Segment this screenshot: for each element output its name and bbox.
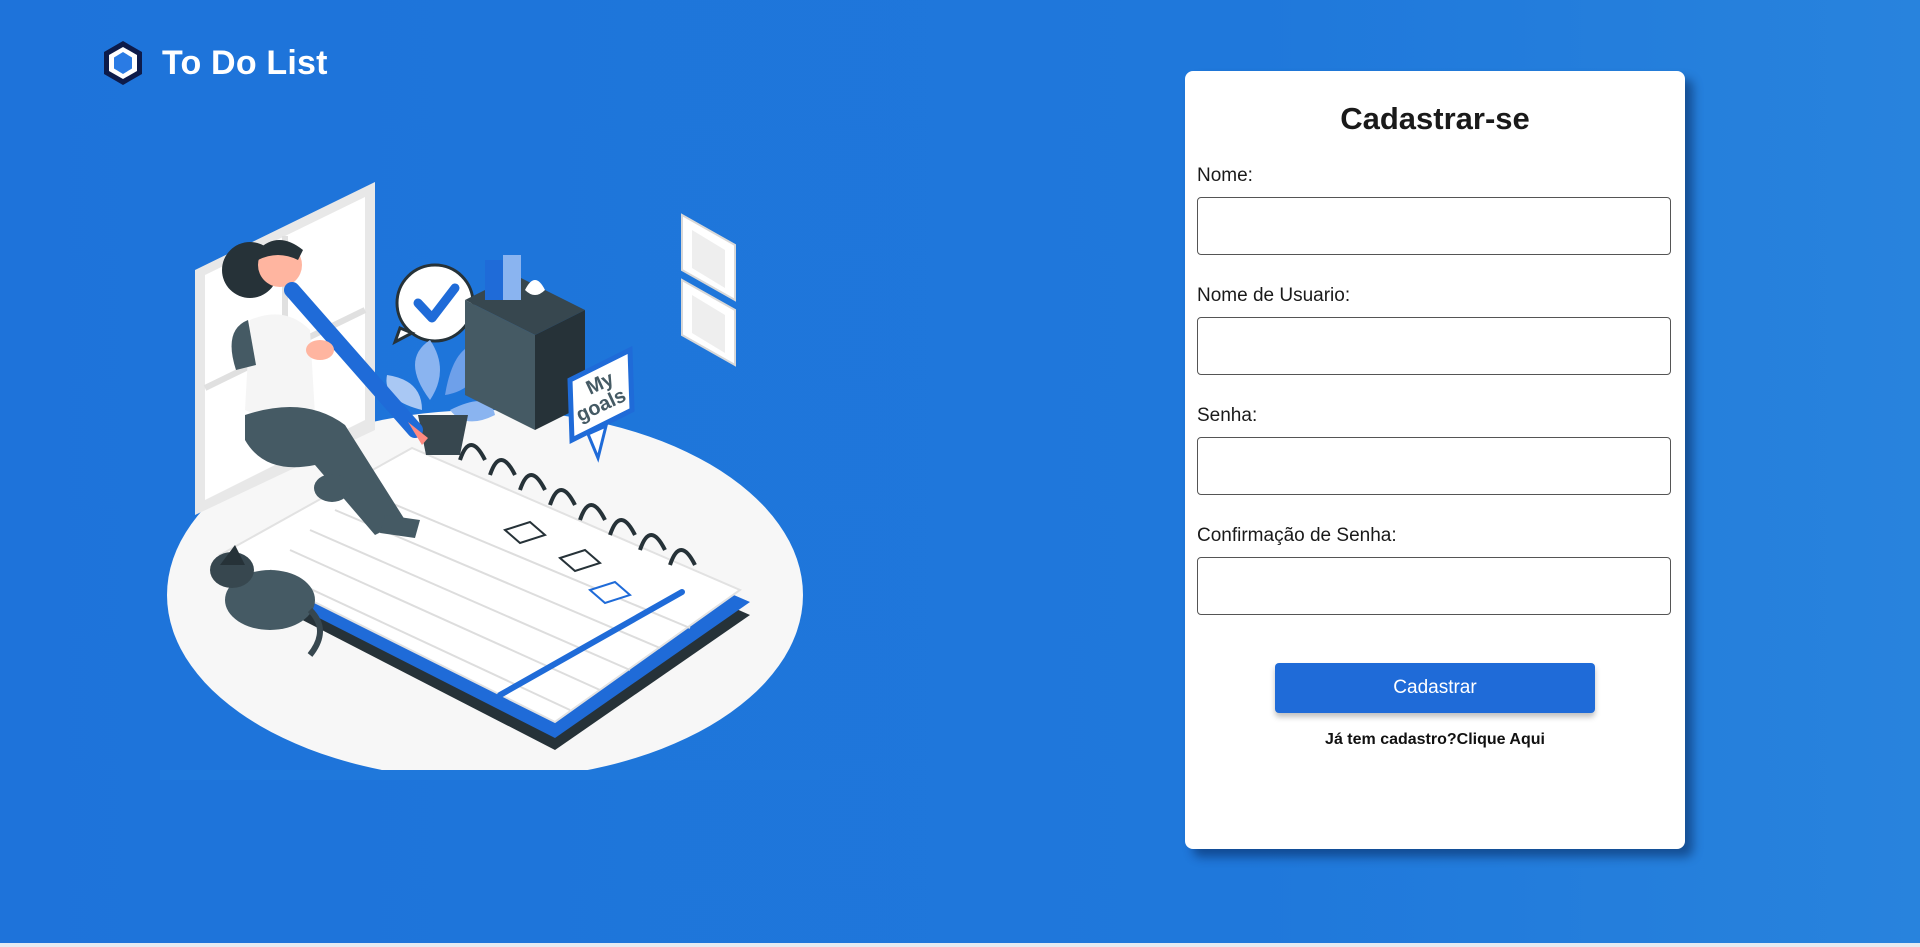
login-prompt-line: Já tem cadastro?Clique Aqui [1185,731,1685,749]
register-button[interactable]: Cadastrar [1275,663,1595,713]
username-input[interactable] [1197,317,1671,375]
password-label: Senha: [1197,405,1258,426]
username-label: Nome de Usuario: [1197,285,1351,306]
check-bubble [392,263,475,346]
register-card: Cadastrar-se Nome: Nome de Usuario: Senh… [1185,71,1685,849]
name-input[interactable] [1197,197,1671,255]
page-background: To Do List My goals Cadastrar-se Nome: N… [0,0,1920,943]
password-input[interactable] [1197,437,1671,495]
brand[interactable]: To Do List [102,40,328,86]
app-title: To Do List [162,43,328,82]
hexagon-logo-icon [104,41,142,85]
picture-frames [681,213,736,367]
woman-writing-goals-illustration: My goals [160,182,820,780]
form-title: Cadastrar-se [1340,101,1530,136]
password-confirm-input[interactable] [1197,557,1671,615]
nightstand [465,255,585,430]
login-prompt-text: Já tem cadastro? [1325,731,1457,748]
password-confirm-label: Confirmação de Senha: [1197,525,1397,546]
name-label: Nome: [1197,165,1253,186]
bottom-strip [0,943,1920,947]
login-link[interactable]: Clique Aqui [1457,731,1545,748]
